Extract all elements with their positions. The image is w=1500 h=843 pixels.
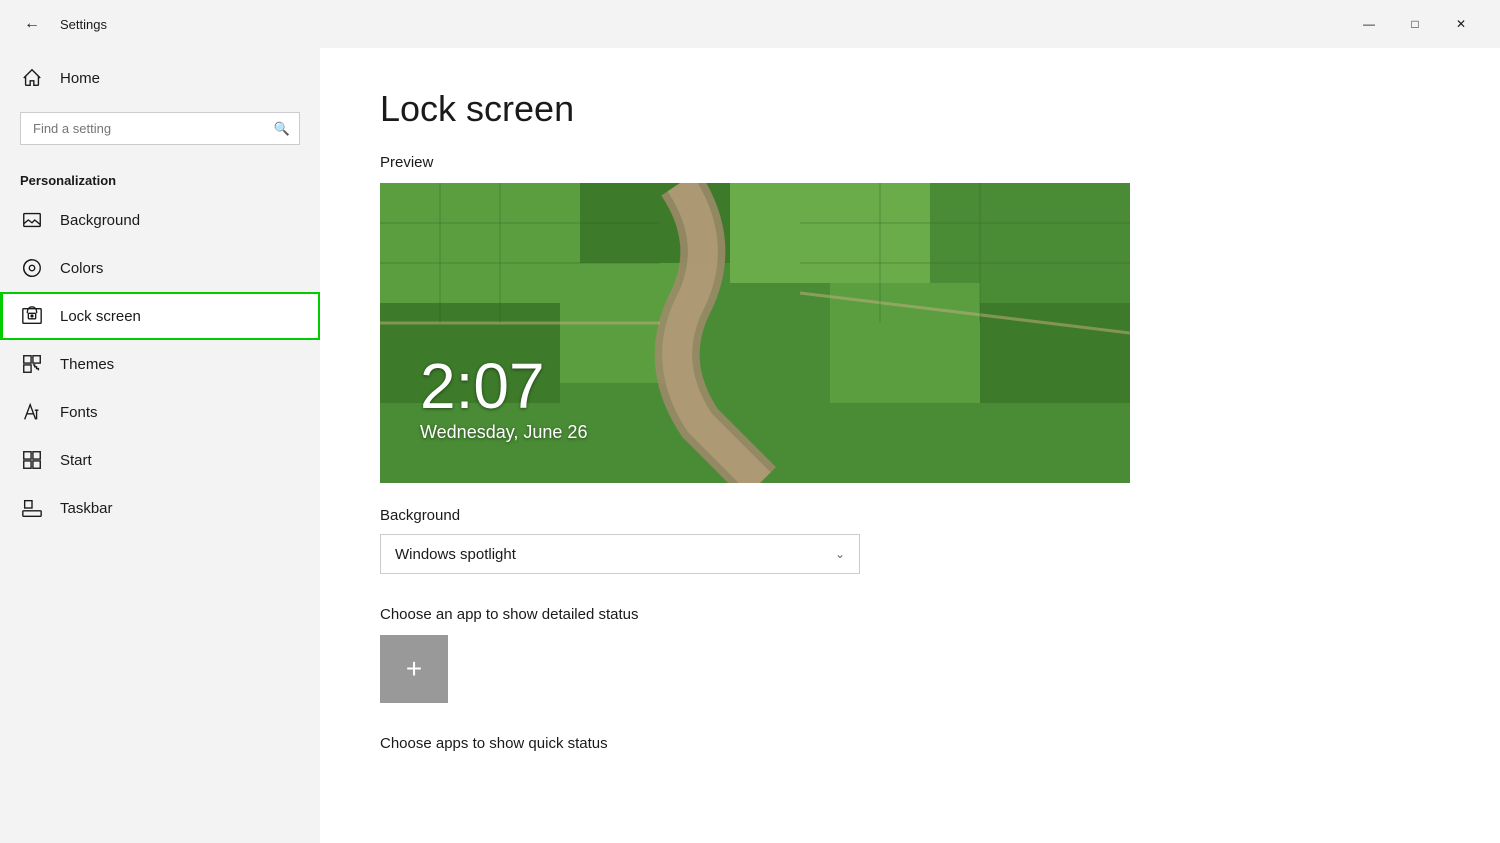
fonts-label: Fonts bbox=[60, 404, 98, 421]
maximize-button[interactable]: □ bbox=[1392, 8, 1438, 40]
home-label: Home bbox=[60, 70, 100, 87]
themes-label: Themes bbox=[60, 356, 114, 373]
title-bar: ← Settings — □ ✕ bbox=[0, 0, 1500, 48]
taskbar-label: Taskbar bbox=[60, 500, 113, 517]
sidebar-item-lock-screen[interactable]: Lock screen bbox=[0, 292, 320, 340]
sidebar: Home 🔍 Personalization Background bbox=[0, 48, 320, 843]
preview-overlay: 2:07 Wednesday, June 26 bbox=[420, 354, 587, 443]
lock-screen-preview: 2:07 Wednesday, June 26 bbox=[380, 183, 1130, 483]
preview-landscape: 2:07 Wednesday, June 26 bbox=[380, 183, 1130, 483]
sidebar-item-home[interactable]: Home bbox=[0, 56, 320, 100]
search-input[interactable] bbox=[20, 112, 300, 145]
colors-label: Colors bbox=[60, 260, 103, 277]
sidebar-item-background[interactable]: Background bbox=[0, 196, 320, 244]
main-content: Lock screen Preview bbox=[320, 48, 1500, 843]
fonts-icon bbox=[20, 400, 44, 424]
app-body: Home 🔍 Personalization Background bbox=[0, 48, 1500, 843]
detailed-status-label: Choose an app to show detailed status bbox=[380, 606, 1440, 623]
quick-status-label: Choose apps to show quick status bbox=[380, 735, 1440, 752]
close-button[interactable]: ✕ bbox=[1438, 8, 1484, 40]
sidebar-item-fonts[interactable]: Fonts bbox=[0, 388, 320, 436]
background-icon bbox=[20, 208, 44, 232]
sidebar-item-taskbar[interactable]: Taskbar bbox=[0, 484, 320, 532]
lock-screen-label: Lock screen bbox=[60, 308, 141, 325]
sidebar-item-themes[interactable]: Themes bbox=[0, 340, 320, 388]
preview-time: 2:07 bbox=[420, 354, 587, 418]
themes-icon bbox=[20, 352, 44, 376]
start-label: Start bbox=[60, 452, 92, 469]
colors-icon bbox=[20, 256, 44, 280]
chevron-down-icon: ⌄ bbox=[835, 547, 845, 561]
background-section-label: Background bbox=[380, 507, 1440, 524]
sidebar-item-colors[interactable]: Colors bbox=[0, 244, 320, 292]
title-bar-title: Settings bbox=[60, 17, 107, 32]
sidebar-item-start[interactable]: Start bbox=[0, 436, 320, 484]
dropdown-value: Windows spotlight bbox=[395, 546, 516, 563]
background-label: Background bbox=[60, 212, 140, 229]
section-label: Personalization bbox=[0, 157, 320, 196]
home-icon bbox=[20, 66, 44, 90]
preview-date: Wednesday, June 26 bbox=[420, 422, 587, 443]
lock-screen-icon bbox=[20, 304, 44, 328]
page-title: Lock screen bbox=[380, 88, 1440, 130]
background-dropdown[interactable]: Windows spotlight ⌄ bbox=[380, 534, 860, 574]
start-icon bbox=[20, 448, 44, 472]
back-button[interactable]: ← bbox=[16, 8, 48, 40]
search-icon: 🔍 bbox=[274, 121, 290, 137]
search-container: 🔍 bbox=[20, 112, 300, 145]
add-app-button[interactable]: + bbox=[380, 635, 448, 703]
minimize-button[interactable]: — bbox=[1346, 8, 1392, 40]
preview-label: Preview bbox=[380, 154, 1440, 171]
taskbar-icon bbox=[20, 496, 44, 520]
window-controls: — □ ✕ bbox=[1346, 8, 1484, 40]
plus-icon: + bbox=[406, 653, 422, 685]
